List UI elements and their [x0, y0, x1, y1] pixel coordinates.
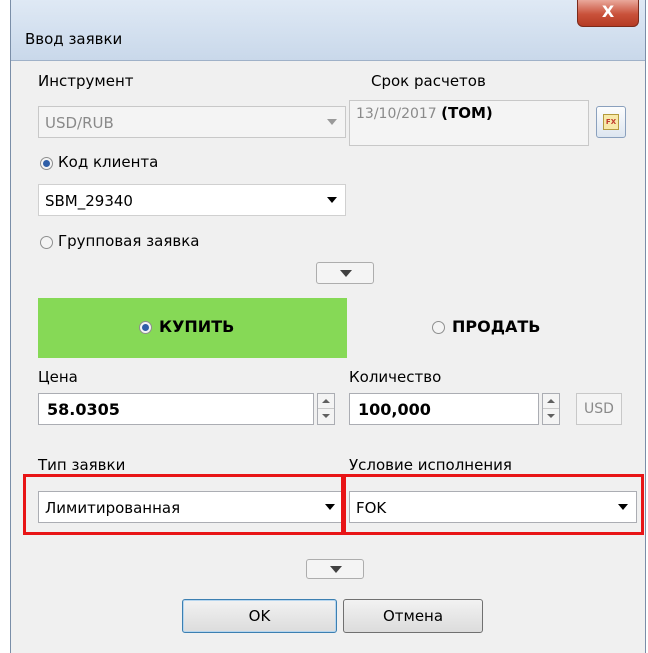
currency-button[interactable]: USD: [576, 393, 622, 425]
calendar-button[interactable]: FX: [596, 106, 626, 138]
instrument-select[interactable]: USD/RUB: [38, 106, 346, 138]
client-code-value: SBM_29340: [45, 192, 133, 210]
spin-up-icon[interactable]: [543, 394, 559, 409]
order-entry-dialog: Ввод заявки X Инструмент USD/RUB Срок ра…: [10, 0, 646, 653]
spin-down-icon[interactable]: [318, 409, 334, 424]
close-icon: X: [601, 2, 615, 21]
chevron-down-icon: [327, 197, 337, 203]
spin-up-icon[interactable]: [318, 394, 334, 409]
client-code-label: Код клиента: [58, 153, 159, 171]
dialog-title: Ввод заявки: [25, 30, 123, 48]
chevron-down-icon: [327, 119, 337, 125]
settlement-date-field[interactable]: 13/10/2017 (TOM): [349, 100, 589, 146]
sell-radio[interactable]: [432, 321, 445, 334]
sell-label: ПРОДАТЬ: [452, 317, 541, 336]
buy-radio[interactable]: [139, 321, 152, 334]
quantity-stepper[interactable]: [542, 393, 560, 425]
instrument-label: Инструмент: [38, 72, 134, 90]
quantity-label: Количество: [349, 368, 442, 386]
group-order-label: Групповая заявка: [58, 232, 200, 250]
price-input[interactable]: 58.0305: [38, 393, 314, 425]
ok-button[interactable]: OK: [182, 599, 337, 633]
order-type-label: Тип заявки: [38, 456, 126, 474]
title-bar[interactable]: Ввод заявки X: [11, 0, 645, 61]
expand-more-button[interactable]: [306, 559, 364, 579]
close-button[interactable]: X: [577, 0, 639, 27]
quantity-value: 100,000: [358, 400, 431, 419]
settlement-label: Срок расчетов: [371, 72, 486, 90]
expand-client-button[interactable]: [316, 262, 374, 284]
settlement-date-value: 13/10/2017 (TOM): [356, 104, 493, 122]
chevron-down-icon: [330, 566, 342, 573]
instrument-value: USD/RUB: [45, 114, 114, 132]
chevron-down-icon: [340, 270, 352, 277]
group-order-radio[interactable]: [40, 236, 53, 249]
client-code-select[interactable]: SBM_29340: [38, 184, 346, 216]
buy-panel[interactable]: КУПИТЬ: [38, 298, 347, 358]
execution-condition-label: Условие исполнения: [349, 456, 512, 474]
order-type-highlight: [23, 474, 346, 535]
price-label: Цена: [38, 368, 78, 386]
buy-label: КУПИТЬ: [159, 317, 235, 336]
execution-condition-highlight: [341, 474, 644, 535]
calendar-fx-icon: FX: [603, 114, 619, 130]
cancel-button[interactable]: Отмена: [343, 599, 483, 633]
spin-down-icon[interactable]: [543, 409, 559, 424]
price-value: 58.0305: [47, 400, 120, 419]
price-stepper[interactable]: [317, 393, 335, 425]
client-code-radio[interactable]: [40, 157, 53, 170]
quantity-input[interactable]: 100,000: [349, 393, 539, 425]
